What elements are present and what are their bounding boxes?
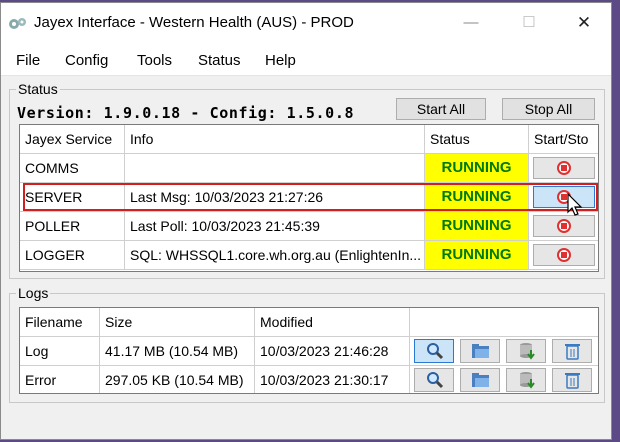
app-icon — [9, 18, 26, 29]
service-name[interactable]: SERVER — [20, 183, 125, 212]
log-size[interactable]: 297.05 KB (10.54 MB) — [100, 366, 255, 393]
service-name[interactable]: COMMS — [20, 154, 125, 183]
close-button[interactable]: ✕ — [561, 7, 607, 39]
col-header-actions — [410, 308, 598, 337]
col-header-service[interactable]: Jayex Service — [20, 125, 125, 154]
service-name[interactable]: POLLER — [20, 212, 125, 241]
status-badge: RUNNING — [425, 241, 529, 270]
menu-help[interactable]: Help — [265, 52, 296, 69]
stop-button[interactable] — [533, 244, 595, 266]
folder-icon — [472, 373, 489, 387]
log-size[interactable]: 41.17 MB (10.54 MB) — [100, 337, 255, 366]
col-header-info[interactable]: Info — [125, 125, 425, 154]
menu-bar: File Config Tools Status Help — [1, 43, 611, 76]
log-filename[interactable]: Error — [20, 366, 100, 393]
stop-icon — [557, 219, 571, 233]
download-button[interactable] — [506, 339, 546, 363]
delete-button[interactable] — [552, 368, 592, 392]
status-badge: RUNNING — [425, 183, 529, 212]
log-filename[interactable]: Log — [20, 337, 100, 366]
app-window: Jayex Interface - Western Health (AUS) -… — [0, 2, 612, 440]
minimize-button[interactable]: — — [448, 7, 494, 39]
status-badge: RUNNING — [425, 154, 529, 183]
service-info[interactable]: Last Poll: 10/03/2023 21:45:39 — [125, 212, 425, 241]
view-log-button[interactable] — [414, 339, 454, 363]
log-actions — [410, 366, 598, 393]
start-stop-cell — [529, 183, 598, 212]
window-title: Jayex Interface - Western Health (AUS) -… — [34, 14, 354, 31]
service-info[interactable] — [125, 154, 425, 183]
service-name[interactable]: LOGGER — [20, 241, 125, 270]
log-actions — [410, 337, 598, 366]
col-header-size[interactable]: Size — [100, 308, 255, 337]
status-group-title: Status — [16, 81, 60, 97]
open-folder-button[interactable] — [460, 368, 500, 392]
download-button[interactable] — [506, 368, 546, 392]
title-bar: Jayex Interface - Western Health (AUS) -… — [1, 3, 611, 43]
start-stop-cell — [529, 212, 598, 241]
logs-grid: Filename Size Modified Log 41.17 MB (10.… — [19, 307, 599, 394]
stop-all-button[interactable]: Stop All — [502, 98, 595, 120]
version-label: Version: 1.9.0.18 - Config: 1.5.0.8 — [17, 104, 355, 122]
menu-tools[interactable]: Tools — [137, 52, 172, 69]
open-folder-button[interactable] — [460, 339, 500, 363]
mouse-cursor-icon — [567, 193, 583, 216]
status-badge: RUNNING — [425, 212, 529, 241]
maximize-button[interactable]: ☐ — [506, 7, 552, 39]
trash-icon — [565, 373, 580, 389]
menu-status[interactable]: Status — [198, 52, 241, 69]
service-info[interactable]: Last Msg: 10/03/2023 21:27:26 — [125, 183, 425, 212]
status-group: Status Version: 1.9.0.18 - Config: 1.5.0… — [9, 81, 605, 279]
stop-button[interactable] — [533, 186, 595, 208]
magnifier-icon — [427, 372, 444, 389]
menu-file[interactable]: File — [16, 52, 40, 69]
log-modified[interactable]: 10/03/2023 21:30:17 — [255, 366, 410, 393]
logs-group: Logs Filename Size Modified Log 41.17 MB… — [9, 285, 605, 403]
stop-button[interactable] — [533, 157, 595, 179]
download-icon — [520, 343, 535, 360]
menu-config[interactable]: Config — [65, 52, 108, 69]
delete-button[interactable] — [552, 339, 592, 363]
folder-icon — [472, 344, 489, 358]
stop-button[interactable] — [533, 215, 595, 237]
stop-icon — [557, 248, 571, 262]
col-header-modified[interactable]: Modified — [255, 308, 410, 337]
col-header-start-stop[interactable]: Start/Sto — [529, 125, 598, 154]
log-modified[interactable]: 10/03/2023 21:46:28 — [255, 337, 410, 366]
view-log-button[interactable] — [414, 368, 454, 392]
magnifier-icon — [427, 343, 444, 360]
service-info[interactable]: SQL: WHSSQL1.core.wh.org.au (EnlightenIn… — [125, 241, 425, 270]
col-header-filename[interactable]: Filename — [20, 308, 100, 337]
start-stop-cell — [529, 241, 598, 270]
logs-group-title: Logs — [16, 285, 51, 301]
services-grid: Jayex Service Info Status Start/Sto COMM… — [19, 124, 599, 272]
start-stop-cell — [529, 154, 598, 183]
download-icon — [520, 372, 535, 389]
col-header-status[interactable]: Status — [425, 125, 529, 154]
start-all-button[interactable]: Start All — [396, 98, 486, 120]
trash-icon — [565, 344, 580, 360]
stop-icon — [557, 161, 571, 175]
